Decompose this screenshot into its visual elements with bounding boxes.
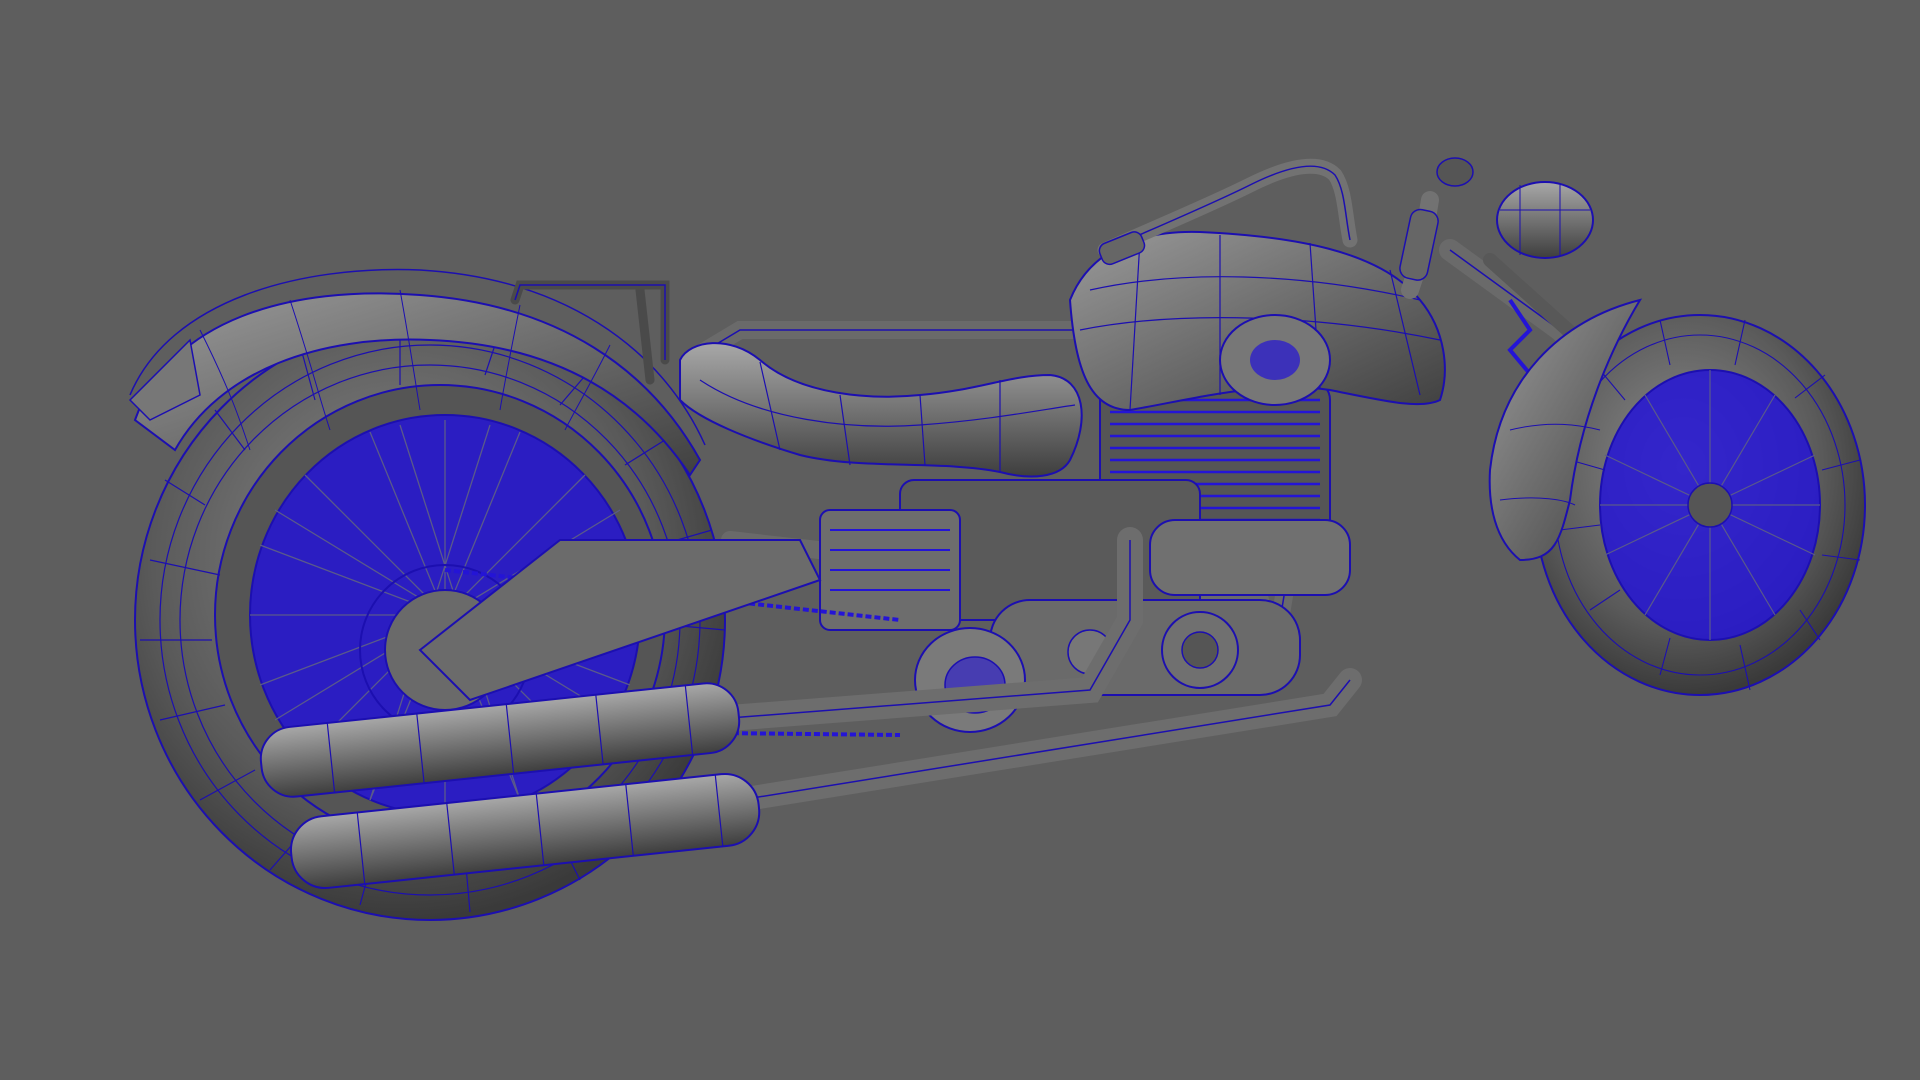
motorcycle-wireframe-model[interactable] [0, 0, 1920, 1080]
right-grip [1399, 208, 1439, 281]
seat[interactable] [679, 342, 1083, 478]
front-hub [1687, 482, 1733, 528]
primary-cover [989, 599, 1301, 696]
mirror [1436, 157, 1474, 187]
3d-viewport[interactable] [0, 0, 1920, 1080]
headlight[interactable] [1496, 181, 1594, 259]
oil-tank [1149, 519, 1351, 596]
